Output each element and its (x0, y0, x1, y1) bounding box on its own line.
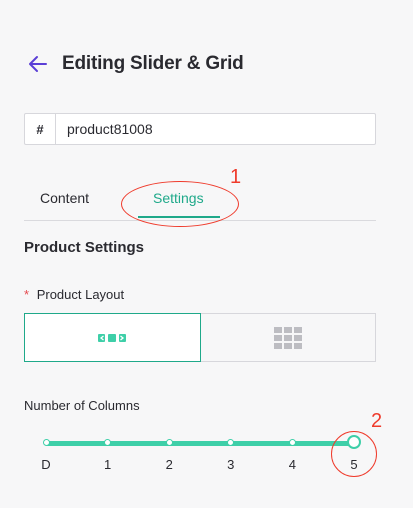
product-layout-options (24, 313, 376, 362)
layout-option-slider[interactable] (24, 313, 201, 362)
slider-tick-label: 5 (350, 457, 358, 472)
section-heading: Product Settings (24, 239, 145, 256)
grid-icon (273, 326, 302, 349)
annotation-number-2: 2 (371, 410, 383, 432)
number-of-columns-label: Number of Columns (24, 398, 140, 413)
slider-tick[interactable] (165, 439, 173, 446)
page-header: Editing Slider & Grid (24, 48, 244, 80)
back-button[interactable] (24, 50, 52, 78)
product-layout-label: * Product Layout (24, 287, 124, 302)
slider-tick-label: 1 (103, 457, 112, 472)
required-marker: * (24, 287, 30, 302)
tab-bar: Content Settings (24, 180, 376, 221)
slider-tick-label: 4 (288, 457, 296, 472)
arrow-left-icon (29, 56, 47, 72)
tab-content[interactable]: Content (40, 190, 89, 206)
slider-track[interactable] (46, 441, 354, 446)
product-layout-label-text: Product Layout (36, 287, 125, 302)
slider-tick-label: 2 (165, 457, 173, 472)
slider-tick-label: D (41, 457, 51, 472)
layout-option-grid[interactable] (200, 313, 376, 362)
id-prefix-label: # (25, 114, 56, 144)
product-id-field: # (24, 113, 376, 145)
product-id-input[interactable] (56, 120, 369, 138)
slider-tick-label: 3 (227, 457, 235, 472)
slider-handle[interactable] (347, 435, 361, 449)
slider-tick[interactable] (42, 439, 50, 446)
page-title: Editing Slider & Grid (62, 53, 244, 74)
tab-settings[interactable]: Settings (153, 190, 204, 206)
slider-carousel-icon (98, 333, 127, 342)
slider-tick[interactable] (288, 439, 296, 446)
columns-slider[interactable]: D 1 2 3 4 5 (36, 430, 366, 480)
active-tab-indicator (138, 216, 220, 218)
